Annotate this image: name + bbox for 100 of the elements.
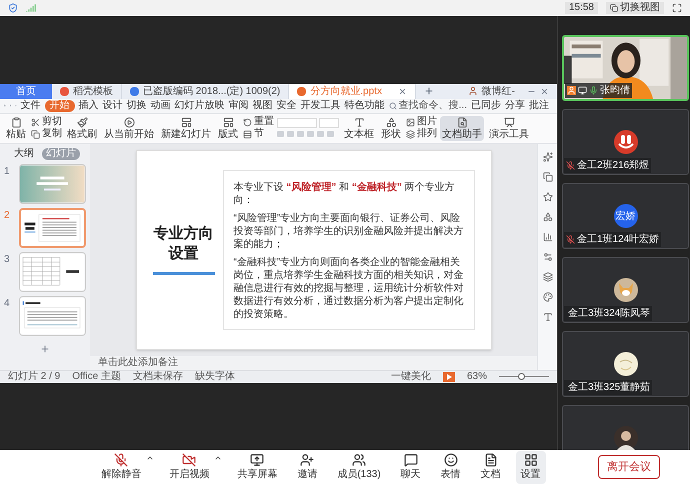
- ribbon-button[interactable]: 复制: [31, 129, 62, 139]
- new-tab-icon[interactable]: [424, 86, 434, 96]
- user-name[interactable]: 微博红-: [482, 84, 515, 98]
- menu-tab[interactable]: 安全: [276, 100, 297, 112]
- search-icon: [388, 102, 397, 110]
- toolbar-button[interactable]: 解除静音: [96, 450, 146, 484]
- side-tool-icon[interactable]: [542, 292, 552, 302]
- toolbar-button[interactable]: 表情: [436, 450, 466, 484]
- ribbon-button[interactable]: 新建幻灯片: [159, 116, 213, 140]
- grid-icon: [524, 452, 538, 466]
- ribbon-icon: [10, 116, 22, 128]
- slide-thumbnail-drawing: [21, 210, 84, 246]
- notes-placeholder[interactable]: 单击此处添加备注: [98, 355, 178, 370]
- toolbar-button[interactable]: 文档: [476, 450, 506, 484]
- slide-counter: 幻灯片 2 / 9: [8, 370, 60, 384]
- side-tool-icon[interactable]: [542, 252, 552, 262]
- slide-thumbnail[interactable]: [19, 252, 86, 292]
- menu-tab[interactable]: 插入: [78, 100, 99, 112]
- slide-paragraph: “金融科技”专业方向则面向各类企业的智能金融相关岗位，重点培养学生金融科技方面的相关知识，对金融信息进行有效的挖掘与整理，运用统计分析软件对数据进行有效分析，通过数据分析为客户提出定制化的投资策略。: [234, 256, 464, 320]
- menu-tab[interactable]: 开发工具: [300, 100, 341, 112]
- font-field[interactable]: [277, 118, 317, 128]
- avatar-icon[interactable]: [468, 86, 478, 96]
- toolbar-link[interactable]: 批注: [529, 98, 549, 113]
- chat-icon: [404, 452, 418, 466]
- ribbon-button[interactable]: 粘贴: [4, 116, 28, 140]
- ribbon-button[interactable]: 从当前开始: [102, 116, 156, 140]
- side-tool-icon[interactable]: [542, 172, 552, 182]
- participant-tile[interactable]: 金工3班325董静茹: [562, 331, 689, 397]
- toolbar-button[interactable]: 共享屏幕: [232, 450, 282, 484]
- play-button[interactable]: [442, 372, 455, 382]
- ribbon-button[interactable]: 文本框: [342, 116, 376, 140]
- ribbon-button[interactable]: 格式刷: [65, 116, 99, 140]
- ribbon-button[interactable]: 文档助手: [440, 116, 484, 140]
- zoom-thumb[interactable]: [518, 373, 526, 380]
- toolbar-button[interactable]: 邀请: [292, 450, 322, 484]
- avatar-initials: 宏娇: [614, 204, 638, 228]
- toolbar-button[interactable]: 开启视频: [164, 450, 214, 484]
- ribbon-icon: [31, 130, 40, 138]
- toolbar-button[interactable]: 聊天: [396, 450, 426, 484]
- add-user-icon: [300, 452, 314, 466]
- menu-tab[interactable]: 切换: [126, 100, 147, 112]
- file-icon: [297, 86, 306, 96]
- slide-title: 专业方向 设置: [154, 224, 214, 264]
- ribbon-button[interactable]: 剪切: [31, 117, 62, 127]
- close-icon[interactable]: [398, 86, 407, 96]
- fullscreen-icon[interactable]: [672, 3, 682, 13]
- menu-tab[interactable]: 视图: [252, 100, 273, 112]
- participant-tile[interactable]: 金工3班324陈凤琴: [562, 257, 689, 323]
- missing-fonts[interactable]: 缺失字体: [194, 369, 235, 384]
- participant-tile[interactable]: 金工2班216郑煜: [562, 109, 689, 175]
- menu-tab[interactable]: 设计: [102, 100, 123, 112]
- muted-microphone-icon: [566, 161, 575, 170]
- side-tool-icon[interactable]: [542, 312, 552, 322]
- ribbon-button[interactable]: 演示工具: [487, 116, 531, 140]
- ribbon-button[interactable]: 形状: [379, 116, 403, 140]
- close-icon[interactable]: [540, 86, 549, 96]
- smiley-avatar-icon: [614, 130, 638, 154]
- add-slide-icon[interactable]: [40, 344, 50, 354]
- toolbar-link[interactable]: 分享: [505, 98, 525, 113]
- microphone-icon: [589, 86, 598, 95]
- participant-tile[interactable]: 宏娇 金工1班124叶宏娇: [562, 183, 689, 249]
- side-tool-icon[interactable]: [542, 212, 552, 222]
- toolbar-link[interactable]: 已同步: [471, 98, 501, 113]
- ribbon-icon: [76, 116, 88, 128]
- switch-view-button[interactable]: 切换视图: [606, 2, 664, 14]
- participant-tile[interactable]: 张昀倩: [562, 35, 689, 101]
- side-tool-icon[interactable]: [542, 192, 552, 202]
- side-tool-icon[interactable]: [542, 152, 552, 162]
- side-tool-icon[interactable]: [542, 272, 552, 282]
- ribbon-icon: [180, 116, 192, 128]
- slide-thumbnail[interactable]: [19, 164, 86, 204]
- ribbon-icon: [406, 130, 415, 138]
- slide-paragraph: “风险管理”专业方向主要面向银行、证券公司、风险投资等部门，培养学生的识别金融风险并提出解决方案的能力；: [234, 212, 464, 250]
- toolbar-button[interactable]: 设置: [516, 450, 546, 484]
- ribbon-button[interactable]: 版式: [216, 116, 240, 140]
- font-size-field[interactable]: [319, 118, 339, 128]
- ribbon-button[interactable]: 排列: [406, 129, 437, 139]
- ribbon-button[interactable]: 重置: [243, 117, 274, 127]
- toolbar-button[interactable]: 成员(133): [332, 450, 386, 484]
- panel-tab[interactable]: 大纲: [10, 148, 38, 160]
- menu-tab[interactable]: 动画: [150, 100, 171, 112]
- menu-tab[interactable]: 幻灯片放映: [174, 100, 225, 112]
- beautify-button[interactable]: 一键美化: [390, 369, 431, 384]
- home-tab[interactable]: 首页: [0, 84, 52, 98]
- side-tool-icon[interactable]: [542, 232, 552, 242]
- menu-tab[interactable]: 特色功能: [344, 100, 385, 112]
- slide-thumbnail[interactable]: [19, 296, 86, 336]
- menu-tab[interactable]: 审阅: [228, 100, 249, 112]
- host-icon: [567, 86, 576, 95]
- participant-name: 金工3班324陈凤琴: [568, 306, 650, 321]
- slide-thumbnail[interactable]: [19, 208, 86, 248]
- ribbon-button[interactable]: 图片: [406, 117, 437, 127]
- command-search-field[interactable]: 查找命令、搜...: [388, 98, 467, 113]
- ribbon-button[interactable]: 节: [243, 129, 274, 139]
- ribbon-icon: [386, 116, 396, 128]
- leave-meeting-button[interactable]: 离开会议: [598, 454, 660, 480]
- shield-icon[interactable]: [8, 3, 18, 13]
- ribbon-icon: [243, 118, 252, 126]
- menu-tab[interactable]: 文件: [20, 100, 41, 112]
- participant-name: 张昀倩: [600, 84, 630, 98]
